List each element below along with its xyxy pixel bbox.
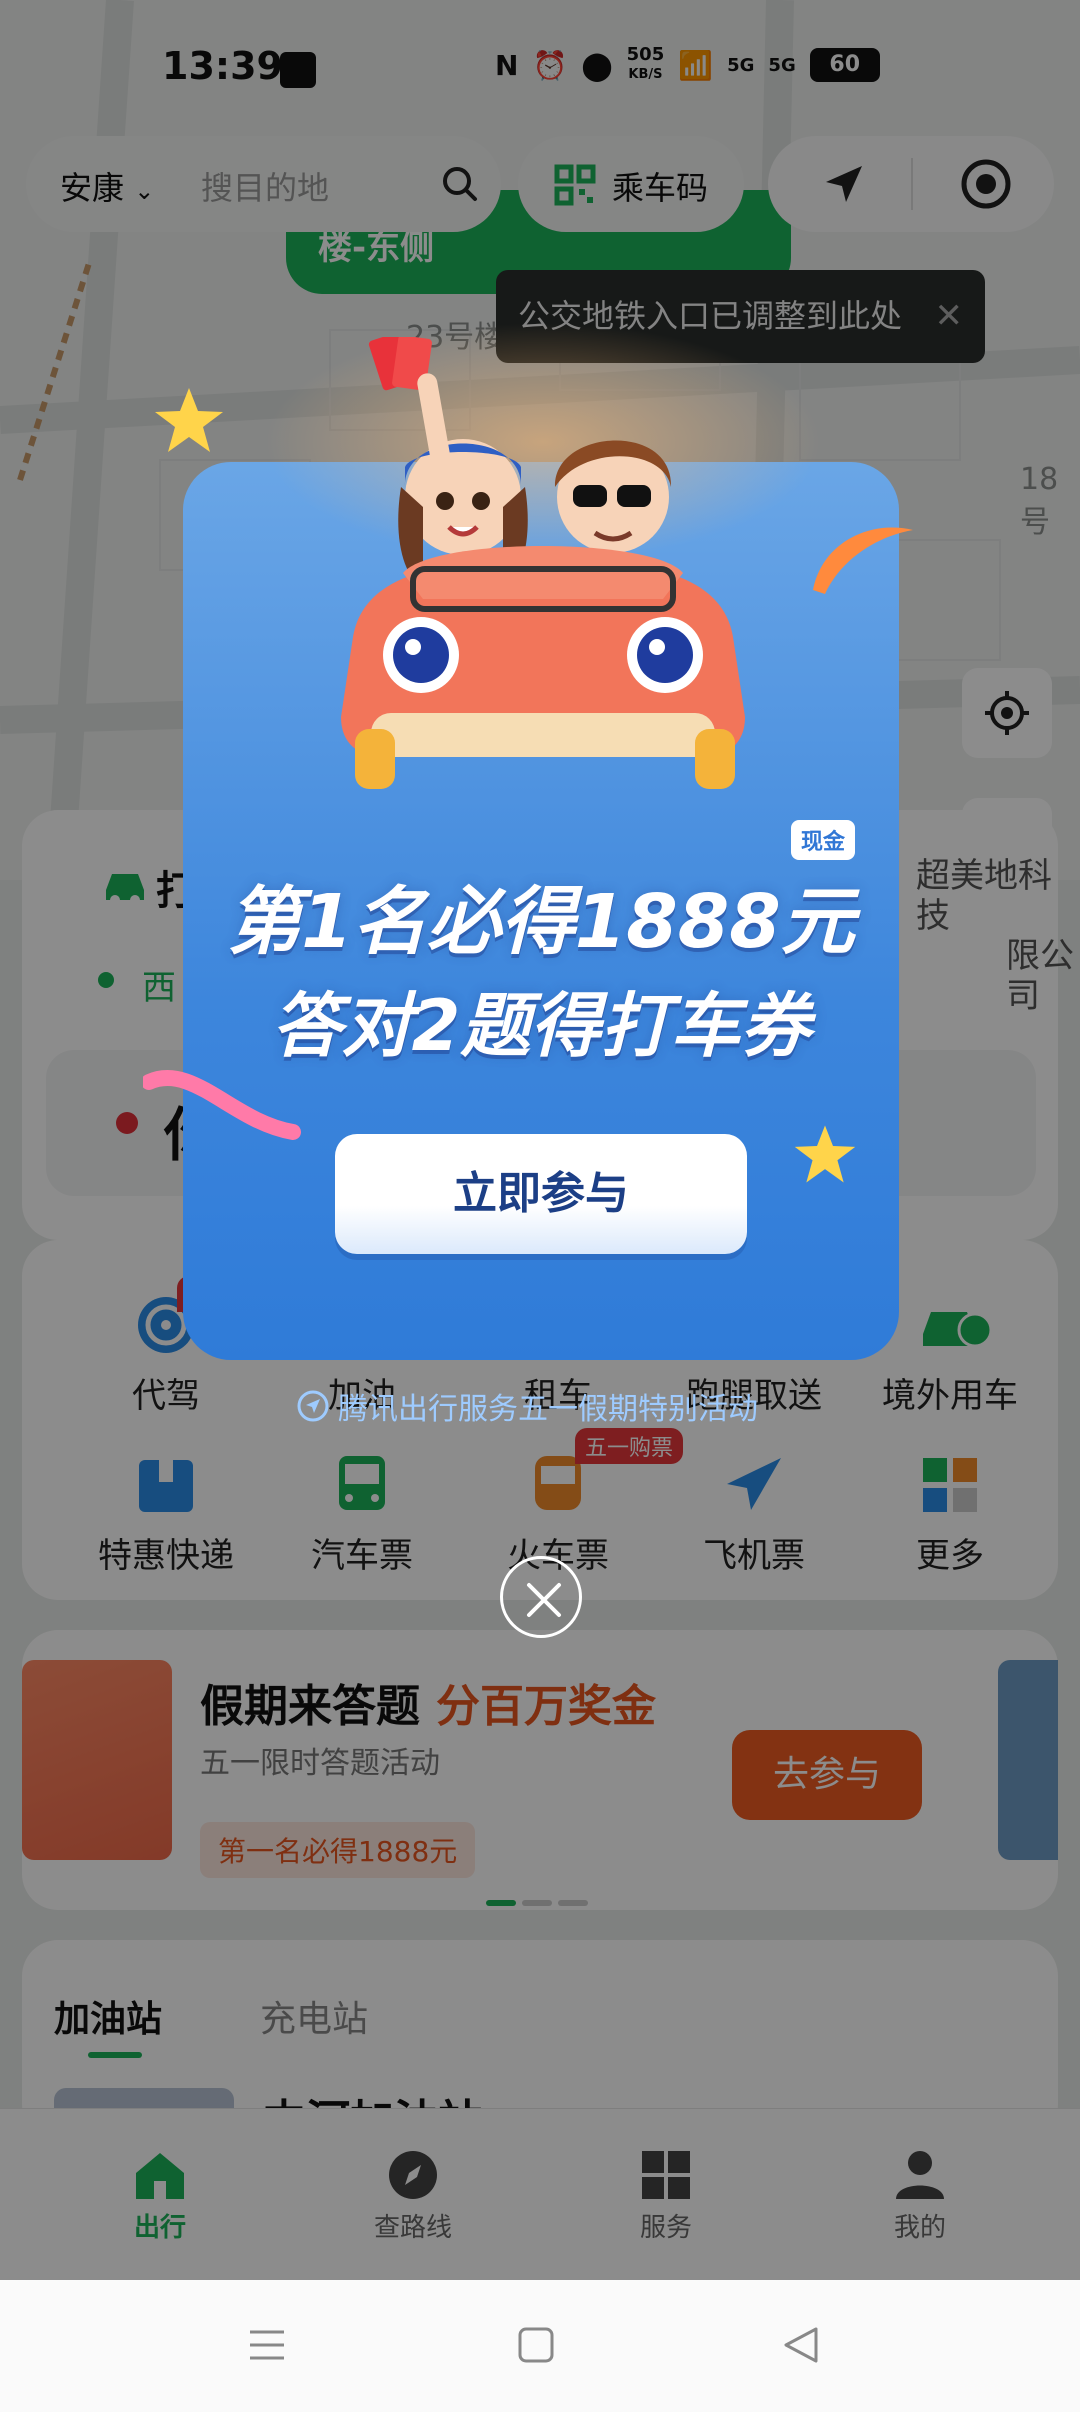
star-icon <box>155 388 223 452</box>
star-icon <box>794 1125 856 1183</box>
popup-headline-1: 第1名必得1888元 <box>227 879 855 965</box>
close-icon <box>527 1583 561 1617</box>
system-nav-bar <box>0 2280 1080 2412</box>
menu-icon[interactable] <box>246 2324 288 2366</box>
ribbon-icon <box>813 527 913 594</box>
popup-close-button[interactable] <box>500 1556 582 1638</box>
tencent-travel-icon <box>297 1390 329 1422</box>
car-illustration <box>341 337 745 789</box>
popup-headline-2: 答对2题得打车券 <box>271 985 811 1067</box>
cash-tag: 现金 <box>791 820 856 860</box>
popup-footer-note: 腾讯出行服务五一假期特别活动 <box>296 1384 758 1428</box>
back-icon[interactable] <box>780 2324 822 2366</box>
ribbon-icon <box>143 1069 301 1140</box>
home-square-icon[interactable] <box>515 2324 557 2366</box>
popup-footer-text: 腾讯出行服务五一假期特别活动 <box>338 1392 758 1427</box>
join-now-button[interactable]: 立即参与 <box>335 1134 747 1254</box>
promo-popup: 现金 第1名必得1888元 答对2题得打车券 立即参与 <box>143 322 913 1360</box>
